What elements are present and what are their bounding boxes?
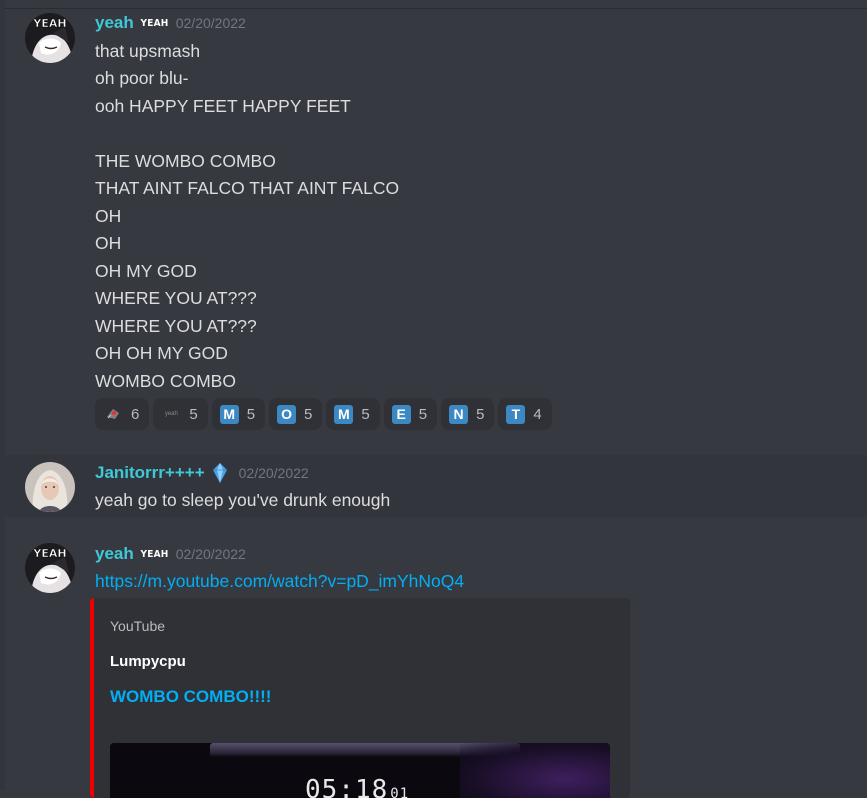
reaction-letter-o[interactable]: O 5 xyxy=(269,398,323,430)
message-line: WOMBO COMBO xyxy=(95,371,236,391)
svg-text:YEAH: YEAH xyxy=(32,17,66,30)
message-line: that upsmash xyxy=(95,41,201,61)
message-header: Janitorrr++++ 02/20/2022 xyxy=(95,461,309,485)
timestamp[interactable]: 02/20/2022 xyxy=(176,15,246,31)
message-2: Janitorrr++++ 02/20/2022 yeah go to slee… xyxy=(5,455,867,517)
message-line: THE WOMBO COMBO xyxy=(95,151,276,171)
embed-border xyxy=(90,598,94,798)
message-line: THAT AINT FALCO THAT AINT FALCO xyxy=(95,178,400,198)
reaction-yeah-emoji[interactable]: yeah 5 xyxy=(153,398,208,430)
reaction-custom-emoji[interactable]: 6 xyxy=(95,398,150,430)
portrait-avatar-icon xyxy=(25,462,75,512)
message-line: OH OH MY GOD xyxy=(95,343,228,363)
letter-m-icon: M xyxy=(334,404,354,424)
reaction-count: 5 xyxy=(361,405,370,423)
letter-e-icon: E xyxy=(391,404,411,424)
message-line: OH xyxy=(95,233,122,253)
timestamp[interactable]: 02/20/2022 xyxy=(239,465,309,481)
reaction-count: 5 xyxy=(418,405,428,423)
reactions-bar: 6 yeah 5 M 5 O 5 M 5 E 5 N 5 T 4 xyxy=(95,398,552,430)
reaction-letter-t[interactable]: T 4 xyxy=(498,398,552,430)
youtube-embed: YouTube Lumpycpu WOMBO COMBO!!!! 05:18 01 xyxy=(90,598,630,798)
reaction-count: 4 xyxy=(533,405,542,423)
svg-text:YEAH: YEAH xyxy=(32,547,66,560)
username[interactable]: yeah xyxy=(95,544,134,564)
message-line: WHERE YOU AT??? xyxy=(95,316,257,336)
anime-avatar-icon: YEAH xyxy=(25,543,75,593)
message-1: YEAH yeah YEAH 02/20/2022 that upsmash o… xyxy=(5,0,867,455)
reaction-count: 5 xyxy=(304,405,313,423)
avatar[interactable] xyxy=(25,462,75,512)
user-tag: YEAH xyxy=(140,17,169,29)
message-line: WHERE YOU AT??? xyxy=(95,288,257,308)
reaction-count: 5 xyxy=(189,405,198,423)
avatar[interactable]: YEAH xyxy=(25,13,75,63)
avatar[interactable]: YEAH xyxy=(25,543,75,593)
letter-o-icon: O xyxy=(277,404,297,424)
reaction-count: 5 xyxy=(476,405,485,423)
yeah-emoji-icon: yeah xyxy=(164,411,178,417)
embed-provider[interactable]: YouTube xyxy=(110,618,165,634)
crystal-icon xyxy=(212,463,227,483)
letter-t-icon: T xyxy=(506,404,526,424)
letter-m-icon: M xyxy=(219,404,239,424)
reaction-count: 6 xyxy=(131,405,140,423)
reaction-letter-m[interactable]: M 5 xyxy=(326,398,380,430)
username[interactable]: yeah xyxy=(95,13,134,33)
message-line: OH xyxy=(95,206,122,226)
letter-n-icon: N xyxy=(449,404,469,424)
message-header: yeah YEAH 02/20/2022 xyxy=(95,11,246,35)
reaction-letter-m[interactable]: M 5 xyxy=(211,398,266,430)
thumbnail-timer-text: 05:18 01 xyxy=(305,775,410,798)
message-line: yeah go to sleep you've drunk enough xyxy=(95,490,391,510)
timestamp[interactable]: 02/20/2022 xyxy=(176,546,246,562)
username[interactable]: Janitorrr++++ xyxy=(95,463,205,483)
reaction-letter-e[interactable]: E 5 xyxy=(383,398,438,430)
message-line: oh poor blu- xyxy=(95,68,189,88)
embed-author[interactable]: Lumpycpu xyxy=(110,653,186,670)
message-line: OH MY GOD xyxy=(95,261,197,281)
message-header: yeah YEAH 02/20/2022 xyxy=(95,542,246,566)
reaction-letter-n[interactable]: N 5 xyxy=(441,398,495,430)
embed-title[interactable]: WOMBO COMBO!!!! xyxy=(110,687,271,707)
anime-avatar-icon: YEAH xyxy=(25,13,75,63)
custom-emoji-icon xyxy=(103,406,123,422)
youtube-link[interactable]: https://m.youtube.com/watch?v=pD_imYhNoQ… xyxy=(95,570,464,592)
user-tag: YEAH xyxy=(140,548,169,560)
message-line: ooh HAPPY FEET HAPPY FEET xyxy=(95,96,351,116)
reaction-count: 5 xyxy=(246,405,256,423)
